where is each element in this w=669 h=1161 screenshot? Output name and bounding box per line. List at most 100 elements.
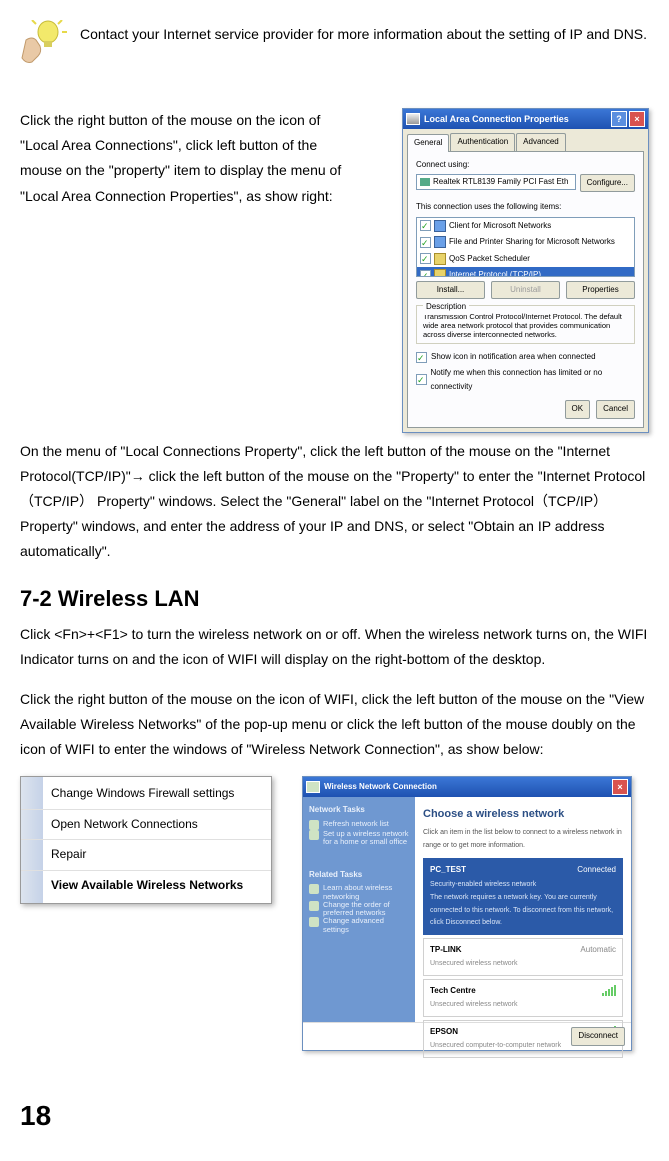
component-icon	[434, 220, 446, 232]
side-link-setup[interactable]: Set up a wireless network for a home or …	[309, 830, 409, 847]
menu-item-open-connections[interactable]: Open Network Connections	[21, 809, 271, 840]
tab-advanced[interactable]: Advanced	[516, 133, 566, 150]
menu-item-view-networks[interactable]: View Available Wireless Networks	[21, 870, 271, 901]
tab-authentication[interactable]: Authentication	[450, 133, 515, 150]
list-item-label: Internet Protocol (TCP/IP)	[449, 268, 541, 277]
paragraph-4: Click the right button of the mouse on t…	[20, 687, 649, 763]
wireless-connection-window: Wireless Network Connection × Network Ta…	[302, 776, 632, 1050]
close-button[interactable]: ×	[629, 111, 645, 127]
choose-network-heading: Choose a wireless network	[423, 805, 623, 825]
page-number: 18	[20, 1091, 649, 1141]
dialog-title: Local Area Connection Properties	[424, 111, 569, 127]
adapter-combo[interactable]: Realtek RTL8139 Family PCI Fast Eth	[416, 174, 576, 190]
setup-icon	[309, 830, 319, 840]
info-icon	[309, 884, 319, 894]
show-icon-checkbox[interactable]: Show icon in notification area when conn…	[416, 350, 635, 364]
items-label: This connection uses the following items…	[416, 200, 635, 214]
install-button[interactable]: Install...	[416, 281, 485, 299]
component-icon	[434, 236, 446, 248]
configure-button[interactable]: Configure...	[580, 174, 635, 192]
close-button[interactable]: ×	[612, 779, 628, 795]
paragraph-2: On the menu of "Local Connections Proper…	[20, 439, 649, 565]
network-sub: Unsecured wireless network	[430, 958, 616, 971]
tab-general[interactable]: General	[407, 134, 449, 151]
lightbulb-hand-icon	[20, 20, 68, 68]
main-panel: Choose a wireless network Click an item …	[415, 797, 631, 1022]
paragraph-3: Click <Fn>+<F1> to turn the wireless net…	[20, 622, 649, 672]
network-extra: The network requires a network key. You …	[430, 892, 616, 930]
list-item-label: File and Printer Sharing for Microsoft N…	[449, 235, 615, 249]
list-item[interactable]: Client for Microsoft Networks	[417, 218, 634, 234]
checkbox-icon[interactable]	[420, 220, 431, 231]
gear-icon	[309, 917, 319, 927]
side-link-label: Refresh network list	[323, 820, 389, 828]
items-listbox[interactable]: Client for Microsoft Networks File and P…	[416, 217, 635, 277]
order-icon	[309, 901, 319, 911]
list-item-label: QoS Packet Scheduler	[449, 252, 530, 266]
network-sub: Unsecured wireless network	[430, 999, 616, 1012]
dialog-title: Wireless Network Connection	[324, 780, 437, 794]
nic-icon	[406, 113, 420, 125]
side-link-learn[interactable]: Learn about wireless networking	[309, 884, 409, 901]
dialog-tabs: General Authentication Advanced	[403, 129, 648, 150]
checkbox-label: Show icon in notification area when conn…	[431, 350, 596, 364]
wifi-context-menu: Change Windows Firewall settings Open Ne…	[20, 776, 272, 903]
checkbox-icon[interactable]	[420, 237, 431, 248]
network-sub: Security-enabled wireless network	[430, 879, 616, 892]
figures-row: Change Windows Firewall settings Open Ne…	[20, 776, 649, 1050]
side-heading: Network Tasks	[309, 803, 409, 817]
list-item[interactable]: QoS Packet Scheduler	[417, 251, 634, 267]
cancel-button[interactable]: Cancel	[596, 400, 635, 418]
checkbox-icon[interactable]	[420, 270, 431, 277]
side-link-order[interactable]: Change the order of preferred networks	[309, 901, 409, 918]
menu-item-firewall[interactable]: Change Windows Firewall settings	[21, 779, 271, 809]
choose-network-sub: Click an item in the list below to conne…	[423, 827, 623, 852]
paragraph-1: Click the right button of the mouse on t…	[20, 108, 360, 209]
network-name: Tech Centre	[430, 984, 476, 998]
checkbox-label: Notify me when this connection has limit…	[431, 366, 635, 395]
side-link-label: Change the order of preferred networks	[323, 901, 409, 918]
network-name: TP-LINK	[430, 943, 462, 957]
adapter-name: Realtek RTL8139 Family PCI Fast Eth	[433, 175, 568, 189]
checkbox-icon[interactable]	[416, 352, 427, 363]
connect-using-label: Connect using:	[416, 158, 635, 172]
side-link-advanced[interactable]: Change advanced settings	[309, 917, 409, 934]
side-panel: Network Tasks Refresh network list Set u…	[303, 797, 415, 1022]
notify-checkbox[interactable]: Notify me when this connection has limit…	[416, 366, 635, 395]
tip-block: Contact your Internet service provider f…	[20, 20, 649, 68]
menu-item-repair[interactable]: Repair	[21, 839, 271, 870]
component-icon	[434, 253, 446, 265]
dialog-titlebar[interactable]: Wireless Network Connection ×	[303, 777, 631, 797]
network-item[interactable]: Tech Centre Unsecured wireless network	[423, 979, 623, 1017]
lan-properties-figure: Local Area Connection Properties ? × Gen…	[402, 108, 649, 433]
network-item[interactable]: TP-LINK Automatic Unsecured wireless netw…	[423, 938, 623, 976]
description-text: Transmission Control Protocol/Internet P…	[423, 312, 628, 339]
ok-button[interactable]: OK	[565, 400, 591, 418]
connected-badge: Connected	[577, 863, 616, 877]
description-label: Description	[423, 300, 469, 314]
properties-button[interactable]: Properties	[566, 281, 635, 299]
network-name: PC_TEST	[430, 863, 466, 877]
help-button[interactable]: ?	[611, 111, 627, 127]
network-name: EPSON	[430, 1025, 458, 1039]
lan-properties-dialog: Local Area Connection Properties ? × Gen…	[402, 108, 649, 433]
refresh-icon	[309, 820, 319, 830]
network-item-selected[interactable]: PC_TEST Connected Security-enabled wirele…	[423, 858, 623, 935]
adapter-icon	[420, 178, 430, 186]
dialog-titlebar[interactable]: Local Area Connection Properties ? ×	[403, 109, 648, 129]
description-group: Description Transmission Control Protoco…	[416, 305, 635, 344]
signal-bars-icon	[602, 986, 616, 996]
list-item-label: Client for Microsoft Networks	[449, 219, 551, 233]
list-item[interactable]: File and Printer Sharing for Microsoft N…	[417, 234, 634, 250]
checkbox-icon[interactable]	[420, 253, 431, 264]
list-item-selected[interactable]: Internet Protocol (TCP/IP)	[417, 267, 634, 277]
wifi-icon	[306, 781, 320, 793]
checkbox-icon[interactable]	[416, 374, 427, 385]
disconnect-button[interactable]: Disconnect	[571, 1027, 625, 1045]
component-icon	[434, 269, 446, 277]
uninstall-button: Uninstall	[491, 281, 560, 299]
automatic-label: Automatic	[580, 943, 616, 957]
side-link-label: Set up a wireless network for a home or …	[323, 830, 409, 847]
side-link-label: Learn about wireless networking	[323, 884, 409, 901]
side-link-label: Change advanced settings	[323, 917, 409, 934]
